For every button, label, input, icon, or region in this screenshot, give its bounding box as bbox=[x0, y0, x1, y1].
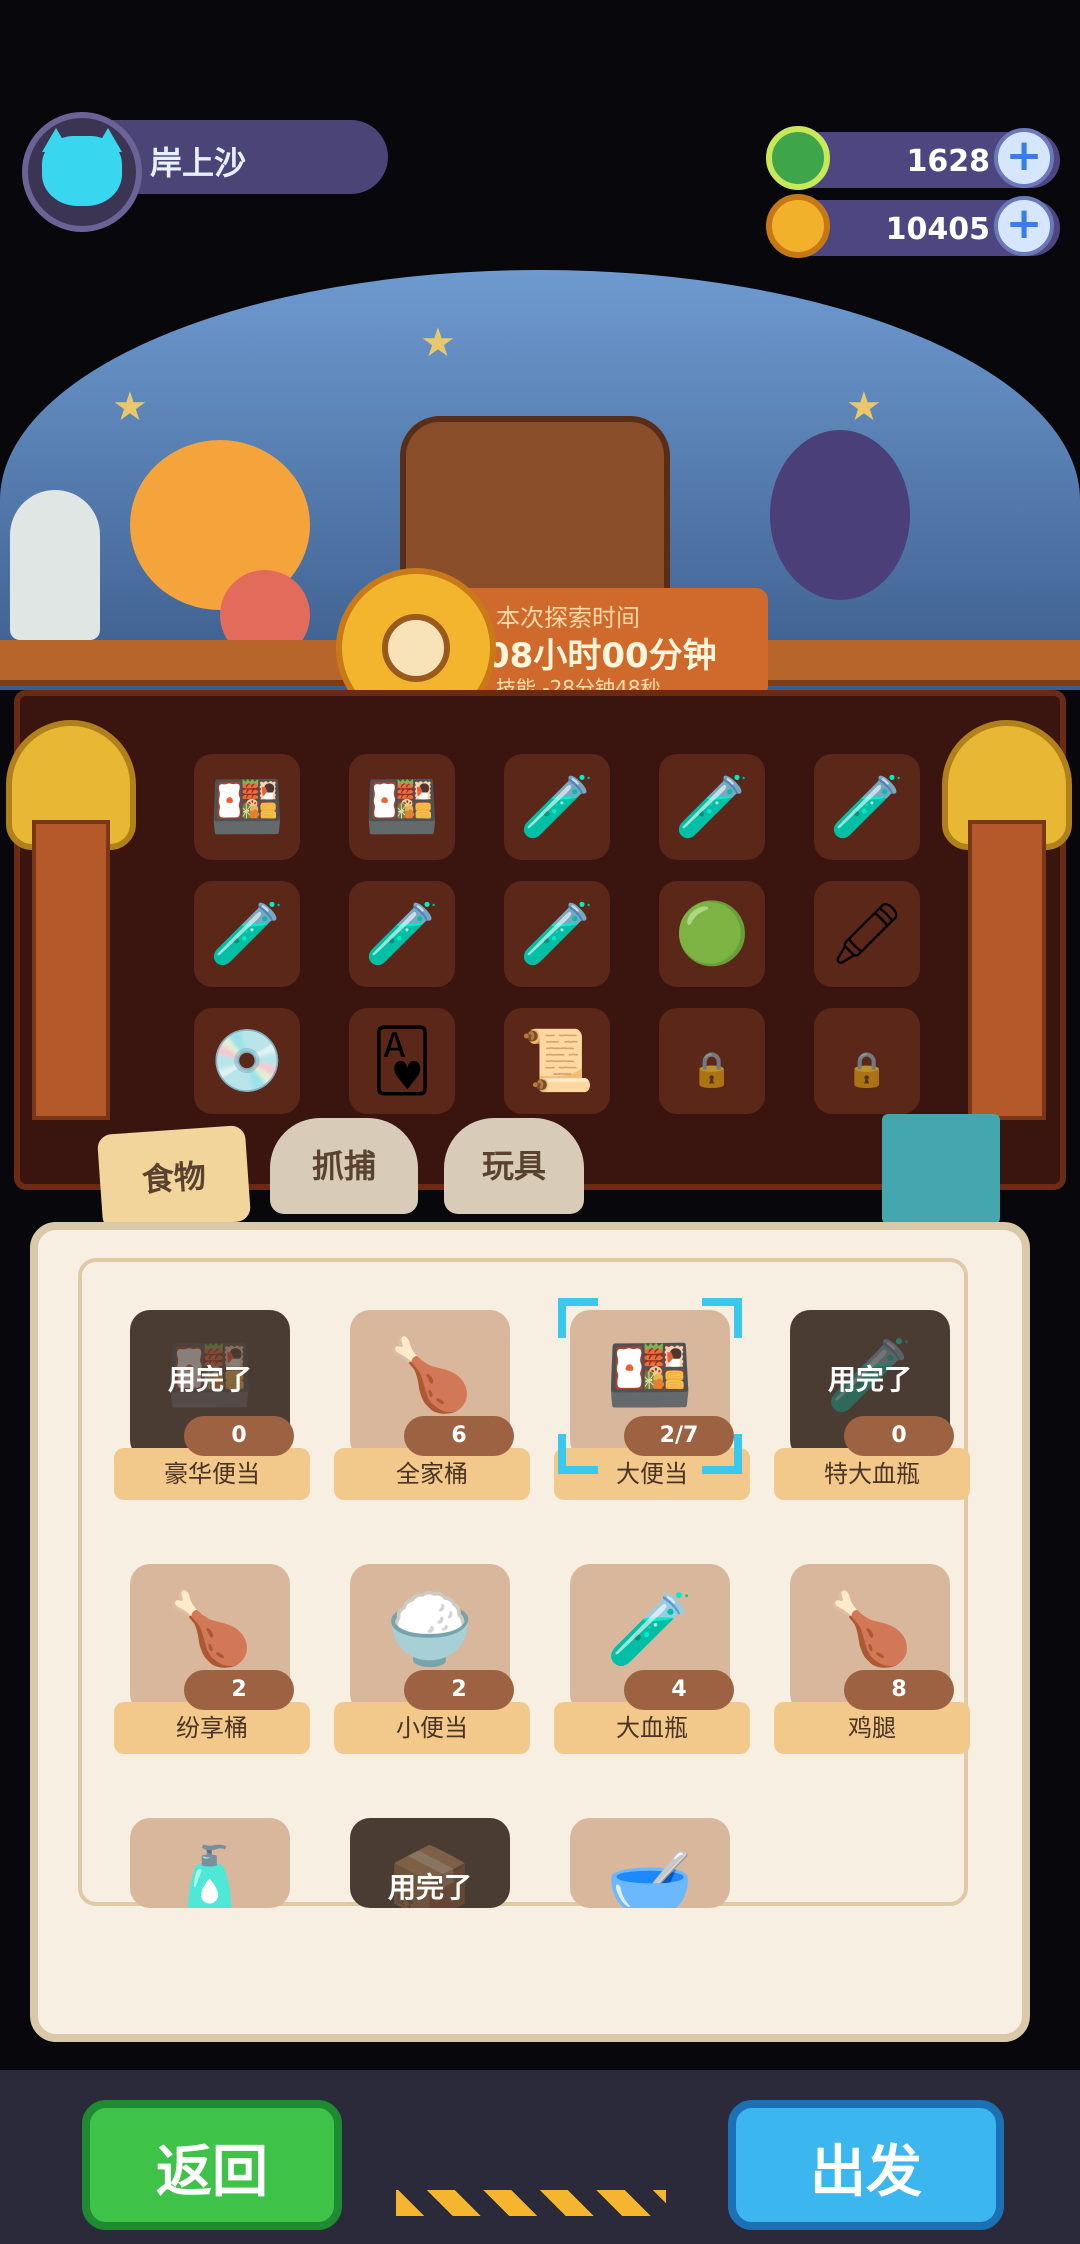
add-coin-button[interactable]: + bbox=[994, 196, 1054, 256]
used-up-label: 用完了 bbox=[387, 1871, 472, 1904]
locked-slot: 🔒 bbox=[659, 1008, 765, 1114]
potion-bottle-icon: 🧪 bbox=[829, 772, 905, 842]
cabinet-slot[interactable]: 🧪 bbox=[349, 881, 455, 987]
fish-ribbon bbox=[968, 820, 1046, 1120]
hint-text-blurred bbox=[224, 1920, 984, 1960]
lock-icon: 🔒 bbox=[690, 1050, 734, 1090]
star-icon: ★ bbox=[420, 320, 456, 366]
cat-face-icon bbox=[42, 136, 122, 206]
bowl-icon: 🥣 bbox=[606, 1842, 694, 1908]
cabinet-slot[interactable]: 🧪 bbox=[504, 754, 610, 860]
cabinet-slot[interactable]: 💿 bbox=[194, 1008, 300, 1114]
lock-icon: 🔒 bbox=[845, 1050, 889, 1090]
item-count: 8 bbox=[844, 1670, 954, 1710]
timer-value: 08小时00分钟 bbox=[486, 636, 717, 676]
used-up-label: 用完了 bbox=[827, 1363, 912, 1396]
bucket-icon: 🍗 bbox=[386, 1334, 474, 1416]
potion-bottle-icon: 🧪 bbox=[364, 899, 440, 969]
rocket-icon bbox=[10, 490, 100, 640]
potion-bottle-icon: 🧪 bbox=[519, 899, 595, 969]
cabinet-slot[interactable]: 🂱 bbox=[349, 1008, 455, 1114]
item-count: 2 bbox=[184, 1670, 294, 1710]
tab-capture[interactable]: 抓捕 bbox=[270, 1118, 418, 1214]
disc-drive-icon: 💿 bbox=[209, 1026, 285, 1096]
heart-card-icon: 🂱 bbox=[371, 1026, 433, 1096]
hazard-stripe bbox=[396, 2190, 666, 2216]
purple-cat-icon bbox=[770, 430, 910, 600]
coin-currency: 10405 + bbox=[766, 194, 1060, 258]
potion-bottle-icon: 🧪 bbox=[209, 899, 285, 969]
cabinet-slot[interactable]: 🍱 bbox=[349, 754, 455, 860]
gold-coin-icon bbox=[766, 194, 830, 258]
gem-count: 1628 bbox=[906, 144, 991, 179]
cabinet-slot[interactable]: 🧪 bbox=[504, 881, 610, 987]
item-count: 0 bbox=[844, 1416, 954, 1456]
bento-icon: 🍱 bbox=[606, 1334, 694, 1416]
selection-corner bbox=[702, 1298, 742, 1338]
potion-bottle-icon: 🧪 bbox=[674, 772, 750, 842]
drumstick-icon: 🍗 bbox=[826, 1588, 914, 1670]
rice-box-icon: 🍚 bbox=[386, 1588, 474, 1670]
exploration-timer: 本次探索时间 08小时00分钟 技能 -28分钟48秒 bbox=[336, 568, 768, 728]
selection-corner bbox=[558, 1434, 598, 1474]
item-count: 6 bbox=[404, 1416, 514, 1456]
star-icon: ★ bbox=[846, 384, 882, 430]
potion-bottle-icon: 🧪 bbox=[606, 1588, 694, 1670]
item-count: 2 bbox=[404, 1670, 514, 1710]
depart-button[interactable]: 出发 bbox=[728, 2100, 1004, 2230]
back-button[interactable]: 返回 bbox=[82, 2100, 342, 2230]
used-up-label: 用完了 bbox=[167, 1363, 252, 1396]
item-card[interactable]: 🧴 bbox=[130, 1818, 290, 1908]
player-name-plate: 岸上沙 bbox=[110, 120, 388, 194]
tab-toys[interactable]: 玩具 bbox=[444, 1118, 584, 1214]
red-pen-icon: 🖍 bbox=[828, 899, 906, 969]
certificate-icon: 📜 bbox=[519, 1026, 595, 1096]
cabinet-slot[interactable]: 📜 bbox=[504, 1008, 610, 1114]
coin-count: 10405 bbox=[885, 212, 990, 247]
potion-bottle-icon: 🧪 bbox=[519, 772, 595, 842]
cabinet-slot[interactable]: 🖍 bbox=[814, 881, 920, 987]
cabinet-slot[interactable]: 🧪 bbox=[814, 754, 920, 860]
bento-icon: 🍱 bbox=[209, 772, 285, 842]
star-icon: ★ bbox=[112, 384, 148, 430]
timer-banner: 本次探索时间 08小时00分钟 技能 -28分钟48秒 bbox=[456, 588, 768, 700]
cabinet-slot[interactable]: 🍱 bbox=[194, 754, 300, 860]
tab-food[interactable]: 食物 bbox=[96, 1124, 252, 1232]
fish-ribbon bbox=[32, 820, 110, 1120]
bucket-icon: 🍗 bbox=[166, 1588, 254, 1670]
cabinet-slot[interactable]: 🧪 bbox=[194, 881, 300, 987]
add-gem-button[interactable]: + bbox=[994, 128, 1054, 188]
item-count: 0 bbox=[184, 1416, 294, 1456]
cabinet-slot[interactable]: 🧪 bbox=[659, 754, 765, 860]
selection-corner bbox=[558, 1298, 598, 1338]
item-card[interactable]: 🥣 bbox=[570, 1818, 730, 1908]
green-gem-icon bbox=[766, 126, 830, 190]
gem-currency: 1628 + bbox=[766, 126, 1060, 190]
cabinet-slot[interactable]: 🟢 bbox=[659, 881, 765, 987]
item-count: 4 bbox=[624, 1670, 734, 1710]
item-card[interactable]: 📦 用完了 bbox=[350, 1818, 510, 1908]
green-creature-icon: 🟢 bbox=[674, 899, 750, 969]
selection-corner bbox=[702, 1434, 742, 1474]
locked-slot: 🔒 bbox=[814, 1008, 920, 1114]
bottle-icon: 🧴 bbox=[166, 1842, 254, 1908]
player-avatar[interactable] bbox=[22, 112, 142, 232]
player-name: 岸上沙 bbox=[150, 144, 247, 182]
bento-icon: 🍱 bbox=[364, 772, 440, 842]
bookmark-icon[interactable] bbox=[882, 1114, 1000, 1224]
